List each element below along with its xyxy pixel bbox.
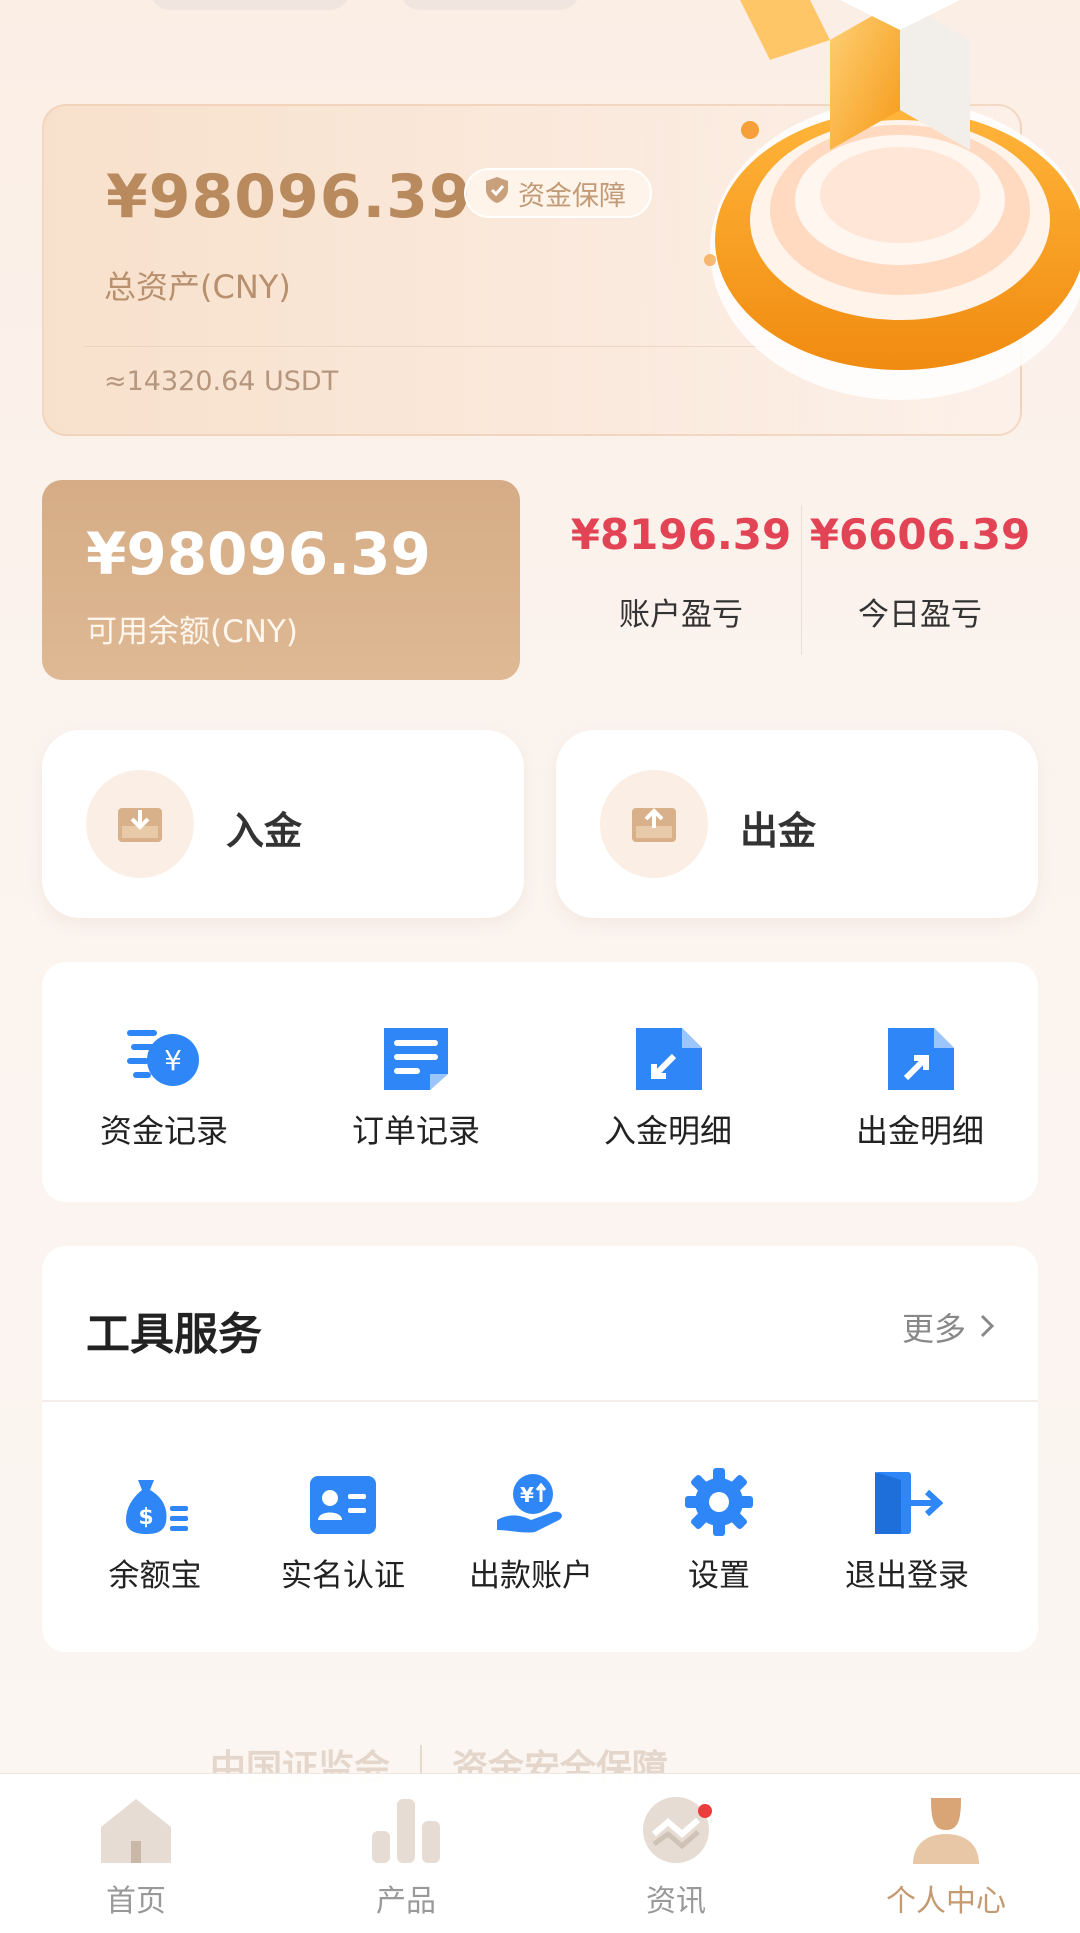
account-pnl-value: ¥8196.39 <box>570 510 792 559</box>
yuebao-item[interactable]: $ 余额宝 <box>60 1464 250 1595</box>
fund-record-item[interactable]: ¥ 资金记录 <box>54 1012 274 1152</box>
order-record-icon <box>306 1012 526 1092</box>
news-icon <box>596 1790 756 1870</box>
deposit-detail-item[interactable]: 入金明细 <box>558 1012 778 1152</box>
payout-account-icon: ¥ <box>436 1464 626 1536</box>
tab-home[interactable]: 首页 <box>56 1790 216 1920</box>
total-asset-label: 总资产(CNY) <box>104 268 291 306</box>
chevron-right-icon <box>980 1308 995 1346</box>
today-pnl-value: ¥6606.39 <box>809 510 1031 559</box>
records-card: ¥ 资金记录 订单记录 入金明细 出金明细 <box>42 962 1038 1202</box>
tab-products[interactable]: 产品 <box>326 1790 486 1920</box>
svg-text:$: $ <box>138 1505 153 1530</box>
shield-icon <box>484 176 510 211</box>
top-pill-right <box>400 0 580 10</box>
gear-icon <box>624 1464 814 1536</box>
money-bag-icon: $ <box>60 1464 250 1536</box>
top-pill-left <box>150 0 350 10</box>
withdraw-icon <box>600 770 708 878</box>
tools-title: 工具服务 <box>86 1309 262 1360</box>
tab-profile-label: 个人中心 <box>886 1884 1006 1919</box>
deposit-label: 入金 <box>226 809 303 853</box>
withdraw-detail-icon <box>810 1012 1030 1092</box>
total-asset-amount: ¥98096.39 <box>106 162 472 232</box>
settings-label: 设置 <box>688 1558 750 1594</box>
payout-account-item[interactable]: ¥ 出款账户 <box>436 1464 626 1595</box>
withdraw-detail-item[interactable]: 出金明细 <box>810 1012 1030 1152</box>
withdraw-button[interactable]: 出金 <box>556 730 1038 918</box>
more-link[interactable]: 更多 <box>901 1304 995 1350</box>
deposit-detail-label: 入金明细 <box>603 1112 732 1150</box>
logout-item[interactable]: 退出登录 <box>812 1464 1002 1595</box>
tab-home-label: 首页 <box>106 1884 166 1919</box>
fund-record-label: 资金记录 <box>99 1112 228 1150</box>
pnl-divider <box>801 505 802 655</box>
payout-account-label: 出款账户 <box>469 1558 593 1594</box>
withdraw-label: 出金 <box>740 809 817 853</box>
deposit-button[interactable]: 入金 <box>42 730 524 918</box>
order-record-label: 订单记录 <box>351 1112 480 1150</box>
account-pnl-label: 账户盈亏 <box>619 597 743 633</box>
today-pnl-label: 今日盈亏 <box>858 597 982 633</box>
real-name-auth-item[interactable]: 实名认证 <box>248 1464 438 1595</box>
more-label: 更多 <box>901 1310 966 1348</box>
logout-icon <box>812 1464 1002 1536</box>
tools-service-card: 工具服务 更多 $ 余额宝 实名认证 ¥ 出款账户 设置 退出登录 <box>42 1246 1038 1652</box>
account-pnl: ¥8196.39 账户盈亏 <box>566 510 796 634</box>
logout-label: 退出登录 <box>845 1558 969 1594</box>
bottom-tab-bar: 首页 产品 资讯 个人中心 <box>0 1773 1080 1933</box>
available-balance-card[interactable]: ¥98096.39 可用余额(CNY) <box>42 480 520 680</box>
deposit-icon <box>86 770 194 878</box>
fund-record-icon: ¥ <box>54 1012 274 1092</box>
news-unread-dot <box>698 1804 712 1818</box>
tab-products-label: 产品 <box>376 1884 436 1919</box>
tab-news[interactable]: 资讯 <box>596 1790 756 1920</box>
settings-item[interactable]: 设置 <box>624 1464 814 1595</box>
deposit-detail-icon <box>558 1012 778 1092</box>
user-icon <box>866 1790 1026 1870</box>
usdt-equivalent: ≈14320.64 USDT <box>104 366 339 397</box>
real-name-auth-label: 实名认证 <box>281 1558 405 1594</box>
svg-text:¥: ¥ <box>520 1483 534 1507</box>
tools-divider <box>42 1400 1038 1402</box>
today-pnl: ¥6606.39 今日盈亏 <box>805 510 1035 634</box>
tab-news-label: 资讯 <box>646 1884 706 1919</box>
order-record-item[interactable]: 订单记录 <box>306 1012 526 1152</box>
yuebao-label: 余额宝 <box>108 1558 202 1594</box>
svg-text:¥: ¥ <box>164 1044 182 1077</box>
available-balance-amount: ¥98096.39 <box>86 520 431 588</box>
id-card-icon <box>248 1464 438 1536</box>
cube-illustration <box>704 0 1080 400</box>
available-balance-label: 可用余额(CNY) <box>86 614 298 650</box>
withdraw-detail-label: 出金明细 <box>855 1112 984 1150</box>
tab-profile[interactable]: 个人中心 <box>866 1790 1026 1920</box>
home-icon <box>56 1790 216 1870</box>
account-page: ¥98096.39 资金保障 总资产(CNY) ≈14320.64 USDT ¥… <box>0 0 1080 1933</box>
chart-icon <box>326 1790 486 1870</box>
